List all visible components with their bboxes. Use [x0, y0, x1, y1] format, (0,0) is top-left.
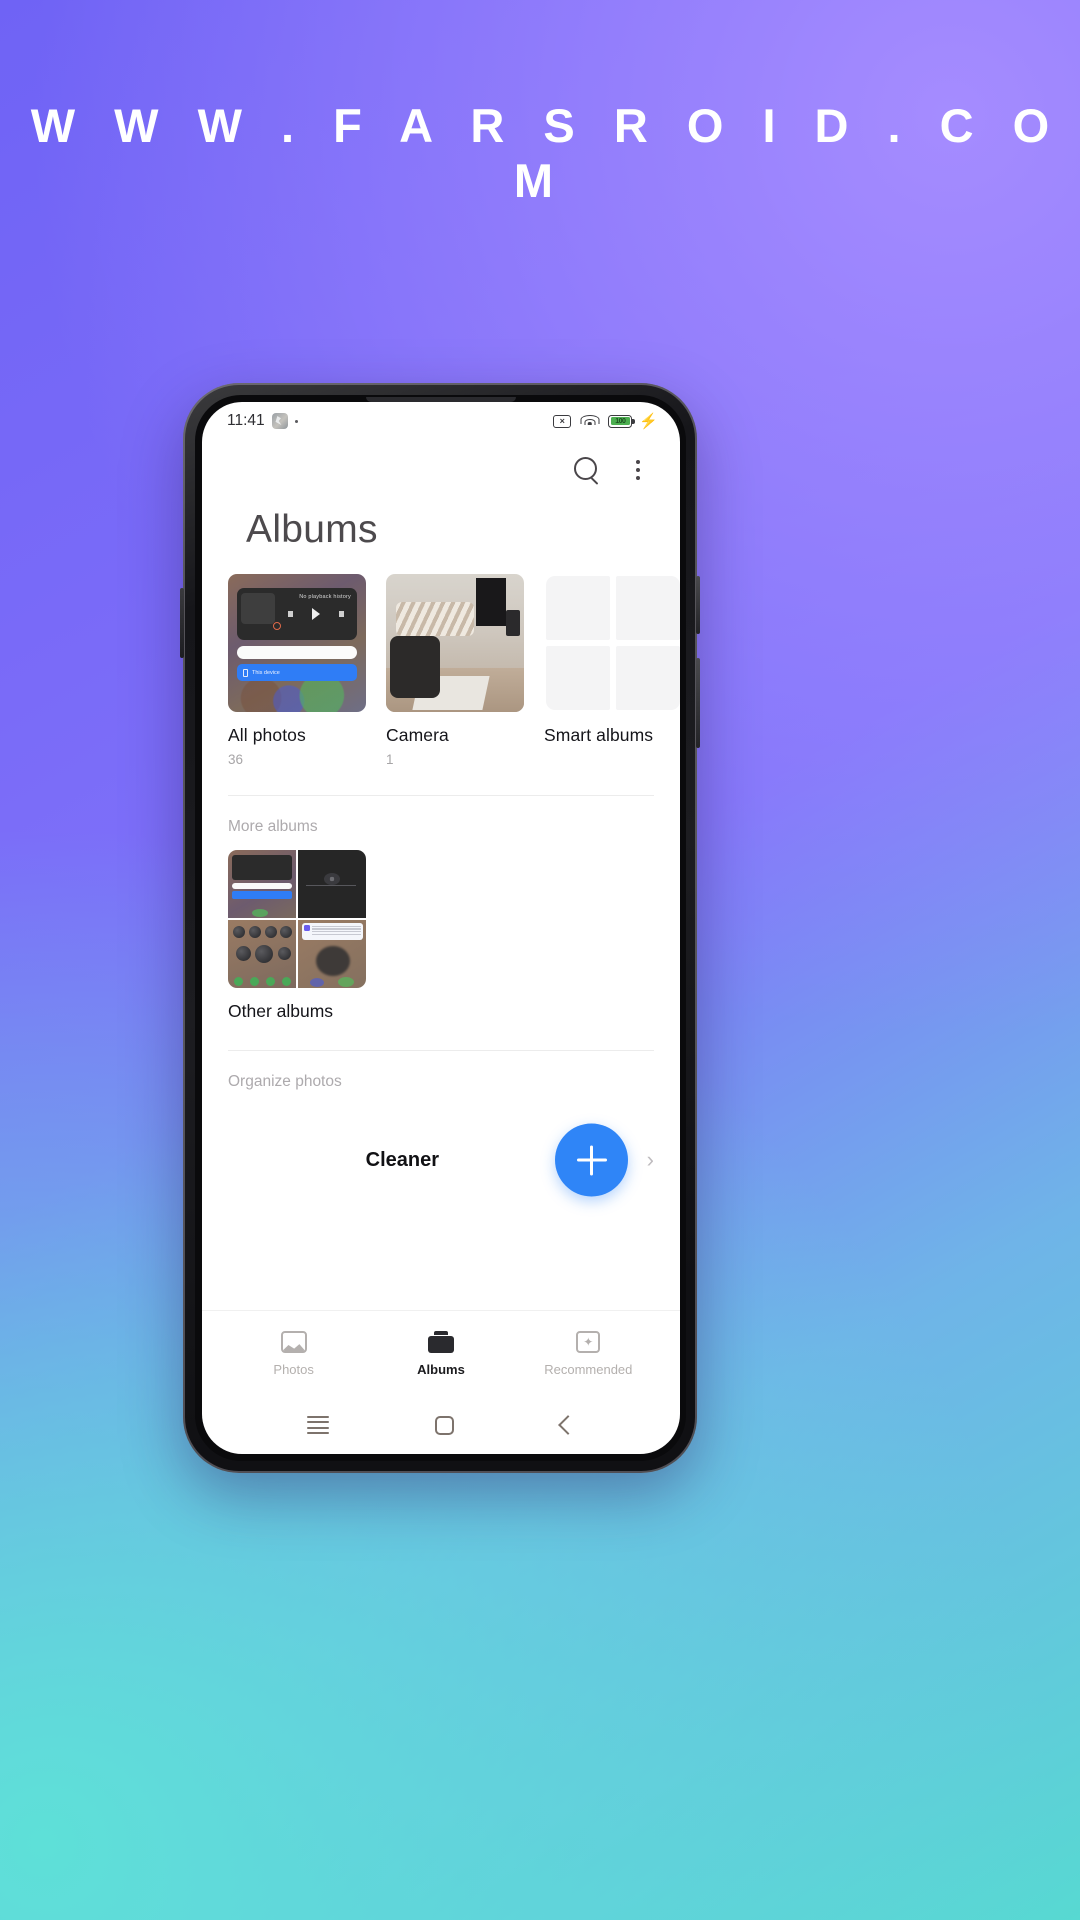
phone-power-button — [696, 576, 700, 634]
page-title: Albums — [246, 508, 378, 551]
phone-left-button — [180, 588, 184, 658]
charging-bolt-icon: ⚡ — [639, 412, 658, 430]
system-navigation-bar — [202, 1396, 680, 1454]
album-art — [241, 593, 275, 624]
album-count: 36 — [228, 752, 244, 767]
tab-label: Albums — [417, 1361, 465, 1377]
earpiece-speaker — [365, 397, 516, 402]
phone-device-frame: 11:41 × 100 ⚡ Albums No playback history… — [180, 383, 700, 1473]
cleaner-row[interactable]: Cleaner › — [202, 1117, 680, 1203]
notification-dot — [294, 419, 298, 423]
tab-photos[interactable]: Photos — [230, 1330, 358, 1377]
record-indicator — [273, 622, 281, 630]
photos-icon — [280, 1330, 307, 1353]
no-playback-history-text: No playback history — [299, 594, 351, 600]
collage-cell — [297, 850, 366, 919]
album-count: 1 — [386, 752, 394, 767]
status-bar: 11:41 × 100 ⚡ — [202, 402, 680, 440]
albums-icon — [427, 1330, 454, 1353]
more-albums-label: More albums — [228, 818, 318, 835]
album-thumbnail-placeholder — [544, 574, 680, 712]
status-bar-left: 11:41 — [227, 412, 298, 430]
status-time: 11:41 — [227, 412, 265, 429]
wifi-icon — [580, 414, 600, 428]
seek-bar — [237, 646, 357, 659]
phone-bezel: 11:41 × 100 ⚡ Albums No playback history… — [195, 395, 686, 1461]
back-icon[interactable] — [557, 1415, 578, 1435]
mute-icon: × — [553, 414, 572, 428]
album-thumbnail: No playback history This device — [228, 574, 366, 712]
album-card-all-photos[interactable]: No playback history This device All phot… — [228, 574, 366, 767]
tab-label: Photos — [273, 1361, 314, 1377]
chevron-right-icon: › — [646, 1147, 654, 1172]
albums-content: No playback history This device All phot… — [202, 574, 680, 1310]
collage-cell — [228, 919, 297, 988]
album-name: Camera — [386, 725, 449, 745]
phone-volume-button — [696, 658, 700, 748]
menu-icon[interactable] — [307, 1415, 330, 1435]
other-albums-thumbnail[interactable] — [228, 850, 366, 988]
albums-grid: No playback history This device All phot… — [202, 574, 680, 767]
output-device-chip: This device — [237, 664, 357, 681]
organize-photos-label: Organize photos — [228, 1073, 342, 1090]
weather-icon — [271, 413, 288, 429]
site-watermark: W W W . F A R S R O I D . C O M — [30, 99, 1063, 207]
tab-albums[interactable]: Albums — [377, 1330, 505, 1377]
album-name: All photos — [228, 725, 306, 745]
status-bar-right: × 100 ⚡ — [553, 414, 658, 429]
album-name: Smart albums — [544, 725, 654, 745]
player-controls — [279, 608, 353, 620]
album-thumbnail — [386, 574, 524, 712]
bottom-navigation: Photos Albums Recommended — [202, 1310, 680, 1396]
sparkle-icon — [576, 1330, 601, 1353]
media-player-panel: No playback history — [237, 588, 357, 640]
tab-label: Recommended — [544, 1361, 633, 1377]
phone-screen: 11:41 × 100 ⚡ Albums No playback history… — [202, 402, 680, 1454]
add-album-fab[interactable] — [555, 1123, 628, 1197]
battery-icon: 100 — [608, 414, 635, 428]
collage-cell — [228, 850, 297, 919]
search-icon[interactable] — [574, 457, 600, 483]
collage-cell — [297, 919, 366, 988]
home-icon[interactable] — [435, 1415, 455, 1435]
album-card-camera[interactable]: Camera 1 — [386, 574, 524, 767]
battery-level-text: 100 — [610, 417, 630, 425]
other-albums-name: Other albums — [228, 1001, 334, 1021]
more-vertical-icon[interactable] — [630, 458, 646, 482]
tab-recommended[interactable]: Recommended — [524, 1330, 652, 1377]
album-card-smart-albums[interactable]: Smart albums — [544, 574, 680, 767]
app-header — [202, 440, 680, 500]
